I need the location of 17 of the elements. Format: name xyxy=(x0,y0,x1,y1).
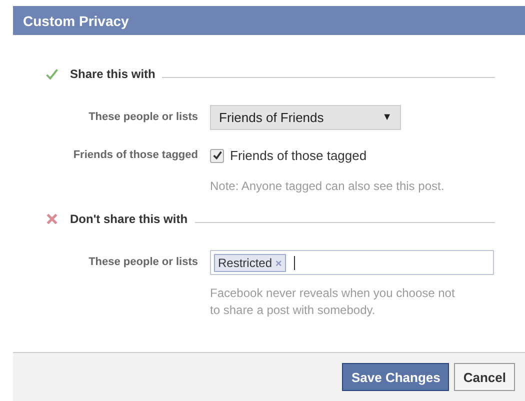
section-title: Share this with xyxy=(70,67,156,81)
section-title: Don't share this with xyxy=(70,212,188,226)
field-label: These people or lists xyxy=(88,110,199,125)
audience-dropdown[interactable]: Friends of Friends ▼ xyxy=(210,105,401,130)
checkbox[interactable] xyxy=(210,148,224,162)
note-text: Note: Anyone tagged can also see this post. xyxy=(210,178,446,195)
save-button[interactable]: Save Changes xyxy=(342,363,450,391)
checkbox-label[interactable]: Friends of those tagged xyxy=(230,148,367,163)
field-label: Friends of those tagged xyxy=(72,148,199,163)
check-icon xyxy=(45,67,59,81)
field-label: These people or lists xyxy=(88,255,199,270)
people-input-field[interactable]: Restricted × xyxy=(210,250,494,275)
dialog-title: Custom Privacy xyxy=(23,12,129,28)
note-text: Facebook never reveals when you choose not to share a post with somebody. xyxy=(210,285,456,319)
token-tag: Restricted × xyxy=(214,254,286,272)
cross-icon xyxy=(45,212,59,226)
cancel-button[interactable]: Cancel xyxy=(454,363,515,391)
